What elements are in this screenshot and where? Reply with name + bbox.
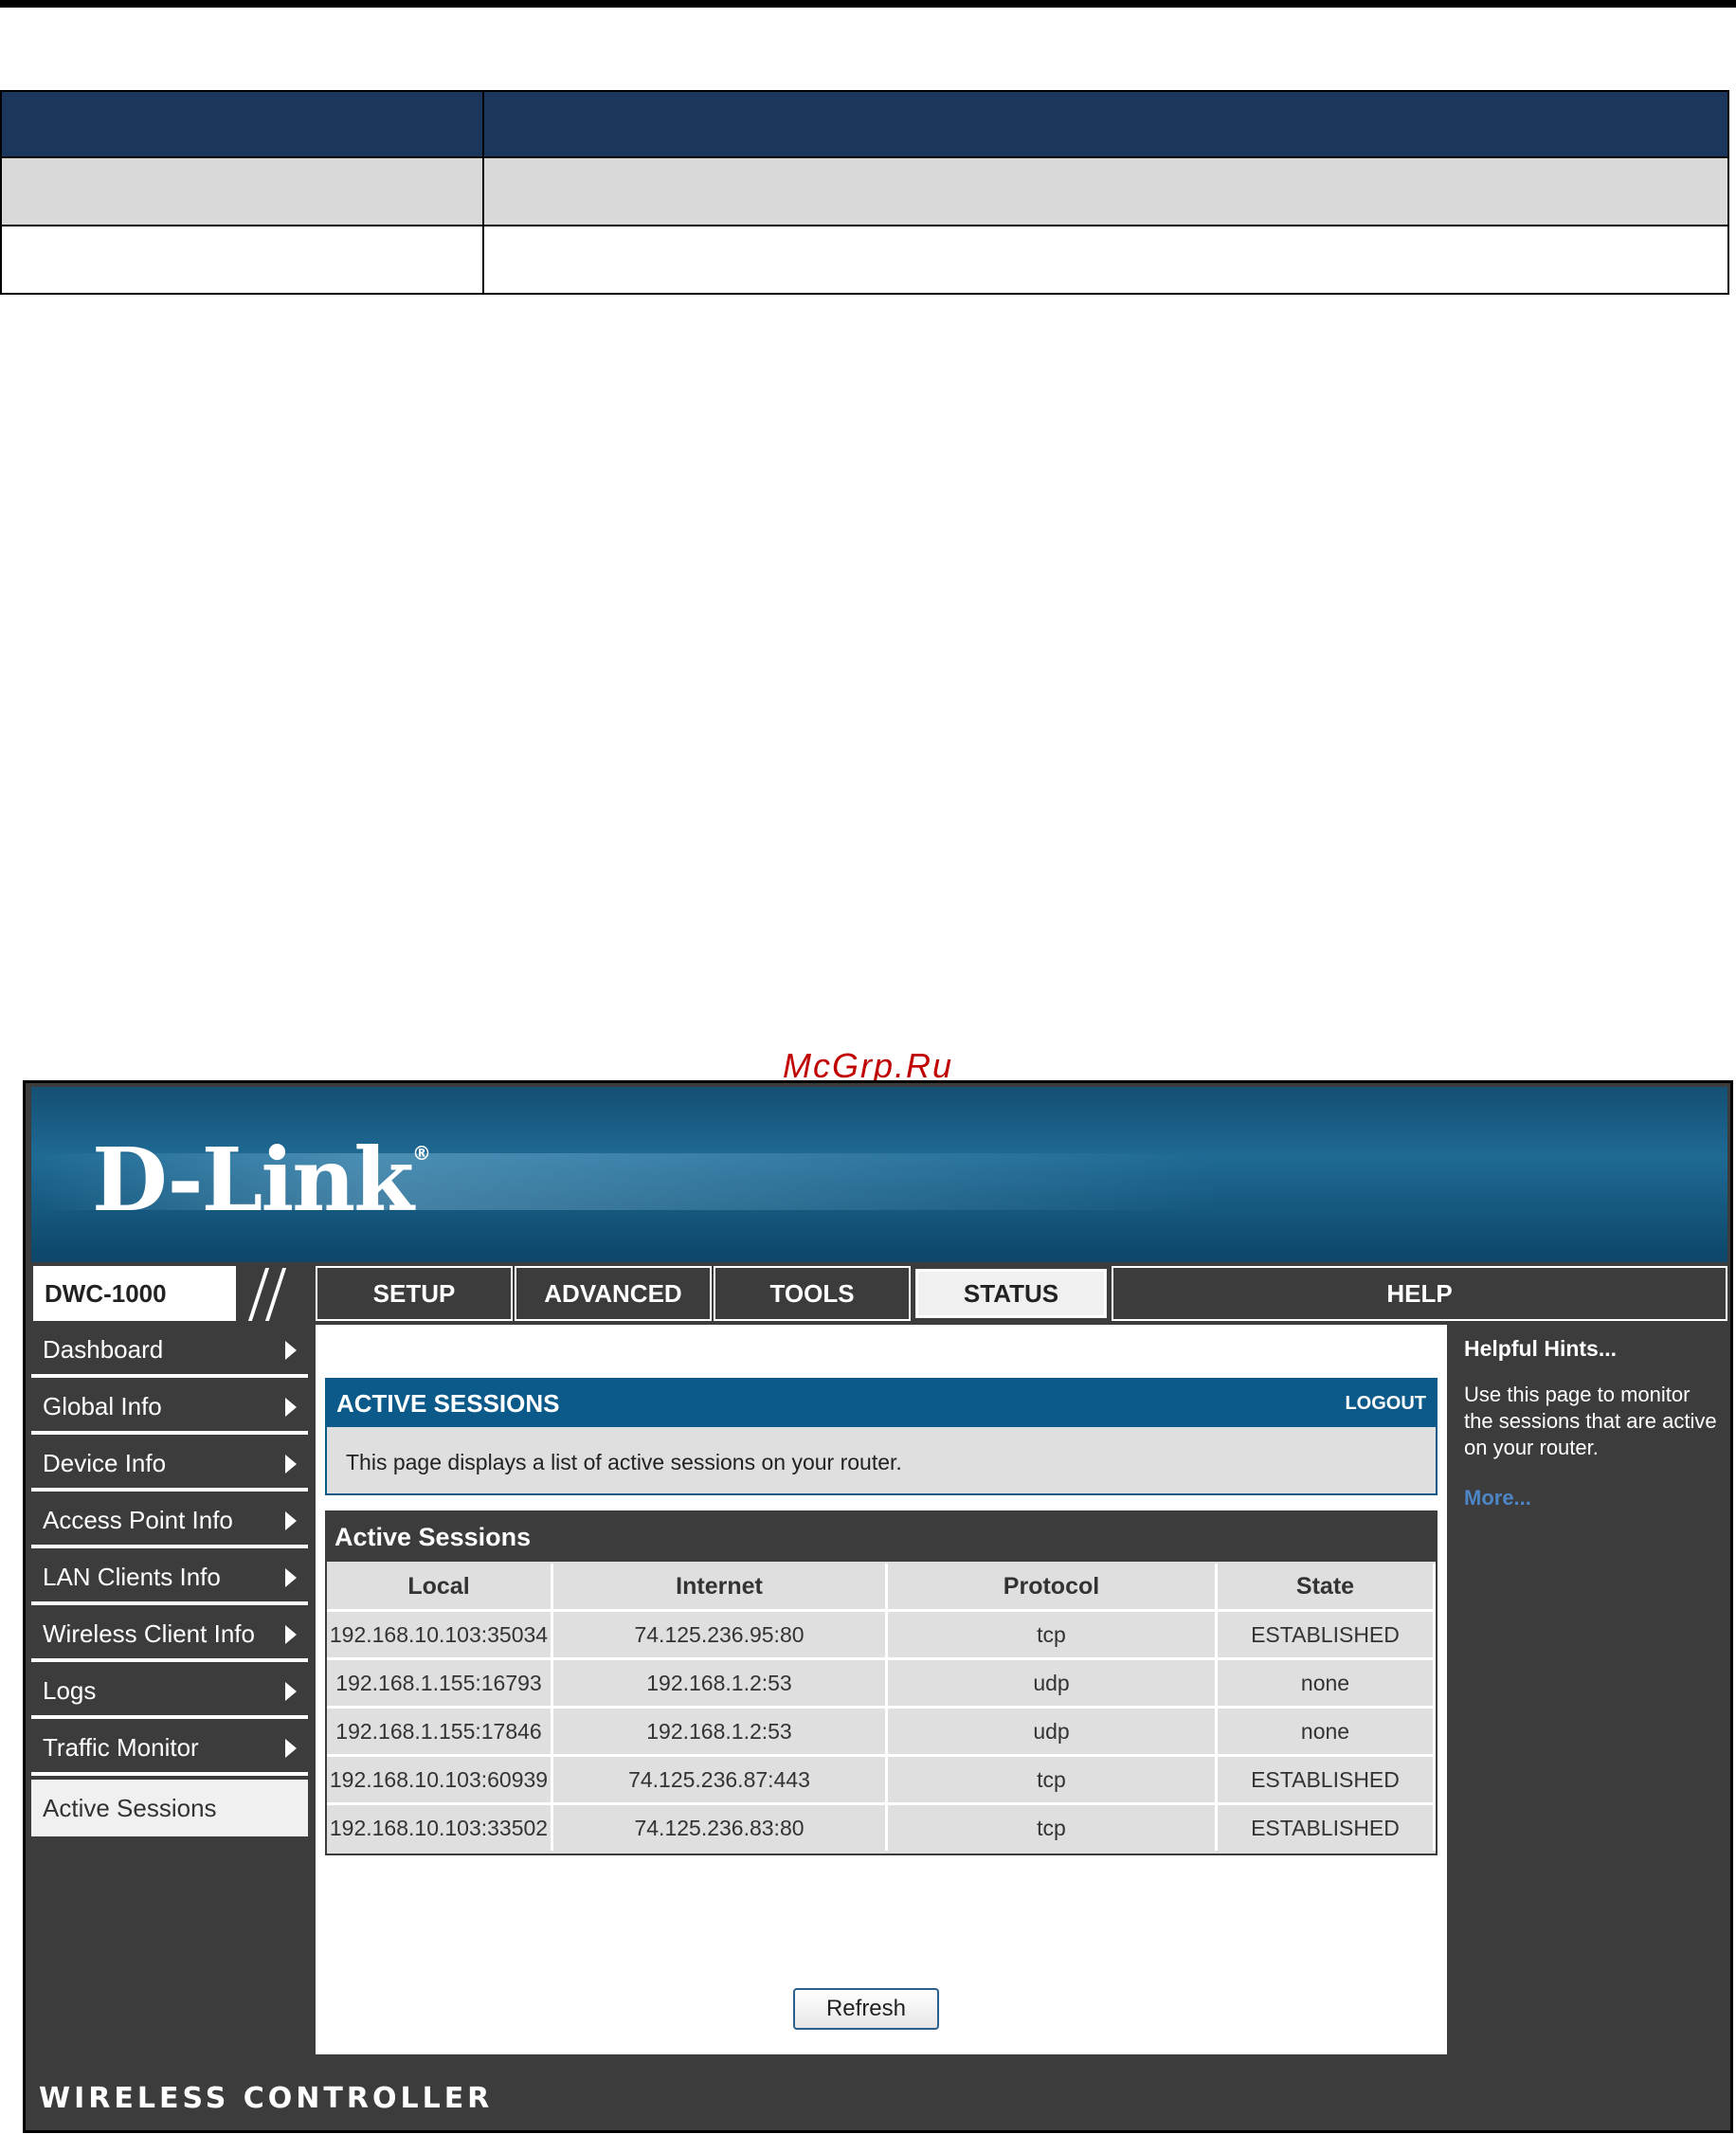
cell-internet: 192.168.1.2:53 <box>552 1657 888 1708</box>
cell-state: none <box>1216 1706 1436 1756</box>
chevron-right-icon <box>285 1398 297 1417</box>
cell-protocol: tcp <box>886 1802 1218 1851</box>
active-sessions-intro-panel: ACTIVE SESSIONS LOGOUT This page display… <box>325 1378 1438 1495</box>
top-rule <box>0 0 1736 8</box>
panel-header: ACTIVE SESSIONS LOGOUT <box>327 1380 1436 1427</box>
table-row: 192.168.10.103:60939 74.125.236.87:443 tcp… <box>327 1754 1436 1804</box>
column-header-protocol: Protocol <box>886 1564 1218 1611</box>
sidebar-item-active-sessions[interactable]: Active Sessions <box>31 1780 308 1836</box>
cell-protocol: tcp <box>886 1754 1218 1804</box>
sidebar-item-label: Traffic Monitor <box>43 1732 199 1762</box>
cell-local: 192.168.1.155:17846 <box>327 1706 553 1756</box>
cell-state: none <box>1216 1657 1436 1708</box>
cell-protocol: tcp <box>886 1609 1218 1659</box>
sidebar-item-label: LAN Clients Info <box>43 1562 221 1591</box>
tab-help[interactable]: HELP <box>1112 1266 1727 1321</box>
help-text: Use this page to monitor the sessions th… <box>1464 1383 1717 1459</box>
table-row: 192.168.1.155:16793 192.168.1.2:53 udp none <box>327 1657 1436 1708</box>
tab-setup[interactable]: SETUP <box>316 1266 513 1321</box>
help-more-link[interactable]: More... <box>1464 1486 1531 1510</box>
top-nav: DWC-1000 SETUP ADVANCED TOOLS STATUS HEL… <box>31 1262 1727 1325</box>
cell-internet: 74.125.236.95:80 <box>552 1609 888 1659</box>
column-header-internet: Internet <box>552 1564 888 1611</box>
sidebar-item-lan-clients-info[interactable]: LAN Clients Info <box>31 1552 308 1605</box>
cell-internet: 74.125.236.83:80 <box>552 1802 888 1851</box>
logout-link[interactable]: LOGOUT <box>1345 1393 1426 1415</box>
chevron-right-icon <box>285 1682 297 1701</box>
table-row: 192.168.10.103:33502 74.125.236.83:80 tcp E… <box>327 1802 1436 1851</box>
sidebar-item-logs[interactable]: Logs <box>31 1666 308 1719</box>
sessions-table-title: Active Sessions <box>327 1512 1436 1562</box>
cell-protocol: udp <box>886 1657 1218 1708</box>
cell-local: 192.168.10.103:60939 <box>327 1754 553 1804</box>
chevron-right-icon <box>285 1511 297 1530</box>
logo-text: D-Link <box>92 1129 414 1231</box>
footer-title: WIRELESS CONTROLLER <box>39 2082 494 2115</box>
chevron-right-icon <box>285 1568 297 1587</box>
slash-decoration <box>236 1266 312 1321</box>
spec-cell <box>482 225 1729 295</box>
chevron-right-icon <box>285 1341 297 1360</box>
chevron-right-icon <box>285 1625 297 1644</box>
cell-local: 192.168.1.155:16793 <box>327 1657 553 1708</box>
spec-table <box>0 90 1729 295</box>
tab-advanced[interactable]: ADVANCED <box>515 1266 712 1321</box>
chevron-right-icon <box>285 1739 297 1758</box>
sessions-table: Local Internet Protocol State 192.168.10… <box>327 1564 1436 1851</box>
footer-bar: WIRELESS CONTROLLER <box>31 2057 1727 2127</box>
spec-cell <box>0 156 484 226</box>
help-panel: Helpful Hints... Use this page to monito… <box>1455 1325 1727 2054</box>
cell-local: 192.168.10.103:35034 <box>327 1609 553 1659</box>
cell-protocol: udp <box>886 1706 1218 1756</box>
help-title: Helpful Hints... <box>1464 1336 1617 1361</box>
main-content: ACTIVE SESSIONS LOGOUT This page display… <box>316 1325 1447 2054</box>
table-row: 192.168.10.103:35034 74.125.236.95:80 tcp E… <box>327 1609 1436 1659</box>
cell-state: ESTABLISHED <box>1216 1754 1436 1804</box>
refresh-button[interactable]: Refresh <box>793 1988 939 2030</box>
spec-cell <box>0 90 484 158</box>
registered-mark: ® <box>411 1142 431 1165</box>
spec-row <box>0 225 1729 295</box>
tab-status[interactable]: STATUS <box>913 1266 1110 1321</box>
cell-state: ESTABLISHED <box>1216 1609 1436 1659</box>
table-header-row: Local Internet Protocol State <box>327 1564 1436 1611</box>
sidebar: Dashboard Global Info Device Info Access… <box>31 1325 308 2054</box>
sidebar-item-label: Dashboard <box>43 1334 164 1364</box>
sidebar-item-label: Logs <box>43 1675 97 1705</box>
spec-header-row <box>0 90 1729 158</box>
spec-row <box>0 156 1729 226</box>
spec-cell <box>0 225 484 295</box>
spec-cell <box>482 156 1729 226</box>
sidebar-item-global-info[interactable]: Global Info <box>31 1382 308 1435</box>
model-name: DWC-1000 <box>45 1279 167 1308</box>
sidebar-item-dashboard[interactable]: Dashboard <box>31 1325 308 1378</box>
router-ui-screenshot: D-Link® DWC-1000 SETUP ADVANCED TOOLS ST… <box>23 1080 1733 2133</box>
column-header-state: State <box>1216 1564 1436 1611</box>
tab-tools[interactable]: TOOLS <box>714 1266 911 1321</box>
sidebar-item-wireless-client-info[interactable]: Wireless Client Info <box>31 1609 308 1662</box>
cell-internet: 74.125.236.87:443 <box>552 1754 888 1804</box>
page-description: This page displays a list of active sess… <box>346 1450 902 1474</box>
cell-local: 192.168.10.103:33502 <box>327 1802 553 1851</box>
model-label-box: DWC-1000 <box>33 1266 312 1321</box>
sidebar-item-access-point-info[interactable]: Access Point Info <box>31 1495 308 1548</box>
sidebar-item-label: Device Info <box>43 1448 167 1477</box>
header-banner: D-Link® <box>31 1087 1727 1262</box>
column-header-local: Local <box>327 1564 553 1611</box>
table-row: 192.168.1.155:17846 192.168.1.2:53 udp none <box>327 1706 1436 1756</box>
dlink-logo: D-Link® <box>92 1129 431 1231</box>
sidebar-item-label: Wireless Client Info <box>43 1619 255 1648</box>
spec-cell <box>482 90 1729 158</box>
sidebar-item-label: Active Sessions <box>43 1793 217 1822</box>
sidebar-item-traffic-monitor[interactable]: Traffic Monitor <box>31 1723 308 1776</box>
cell-state: ESTABLISHED <box>1216 1802 1436 1851</box>
sidebar-item-label: Global Info <box>43 1391 162 1420</box>
sidebar-item-label: Access Point Info <box>43 1505 233 1534</box>
cell-internet: 192.168.1.2:53 <box>552 1706 888 1756</box>
active-sessions-table-panel: Active Sessions Local Internet Protocol … <box>325 1510 1438 1855</box>
chevron-right-icon <box>285 1455 297 1474</box>
sidebar-item-device-info[interactable]: Device Info <box>31 1438 308 1492</box>
page-title: ACTIVE SESSIONS <box>336 1388 560 1418</box>
